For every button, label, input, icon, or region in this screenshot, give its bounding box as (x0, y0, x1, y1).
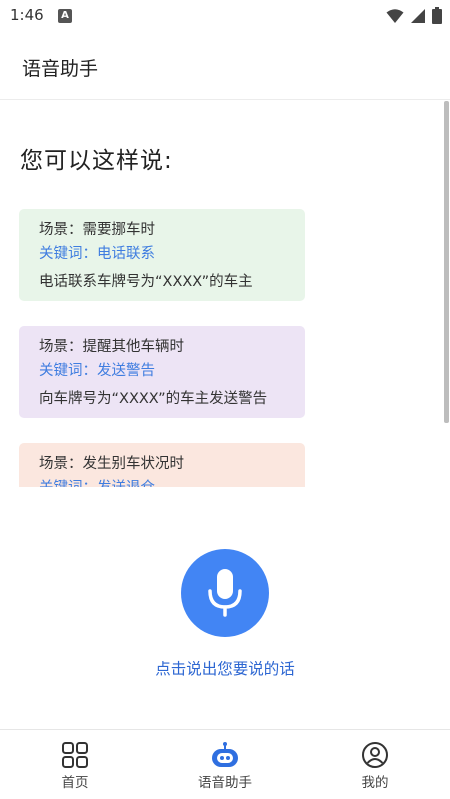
status-time: 1:46 (10, 6, 44, 24)
card-keyword: 关键词：发送警告 (39, 363, 155, 379)
suggestion-card: 场景：需要挪车时 关键词：电话联系 电话联系车牌号为“XXXX”的车主 (19, 209, 305, 301)
grid-icon (62, 742, 88, 768)
app-header: 语音助手 (0, 32, 450, 100)
microphone-button[interactable] (181, 549, 269, 637)
card-keyword: 关键词：发送退仓 (39, 477, 305, 487)
card-keyword: 关键词：电话联系 (39, 246, 155, 262)
profile-icon (362, 742, 388, 768)
suggestion-card: 场景：发生别车状况时 关键词：发送退仓 (19, 443, 305, 487)
section-title: 您可以这样说: (20, 148, 173, 174)
scrollbar[interactable] (444, 101, 449, 423)
microphone-icon (208, 569, 242, 617)
microphone-hint[interactable]: 点击说出您要说的话 (0, 657, 450, 679)
card-scene: 场景：需要挪车时 (39, 222, 155, 238)
suggestion-card: 场景：提醒其他车辆时 关键词：发送警告 向车牌号为“XXXX”的车主发送警告 (19, 326, 305, 418)
notification-app-icon: A (58, 9, 72, 23)
page-title: 语音助手 (22, 58, 99, 80)
battery-icon (432, 7, 442, 24)
nav-item-home[interactable]: 首页 (0, 730, 150, 799)
signal-icon (411, 8, 425, 23)
bottom-navigation: 首页 语音助手 我的 (0, 729, 450, 799)
robot-icon (212, 742, 238, 767)
card-example: 向车牌号为“XXXX”的车主发送警告 (39, 391, 268, 407)
nav-item-voice-assistant[interactable]: 语音助手 (150, 730, 300, 799)
card-example: 电话联系车牌号为“XXXX”的车主 (39, 274, 253, 290)
card-scene: 场景：发生别车状况时 (39, 456, 184, 472)
nav-label: 语音助手 (198, 775, 252, 791)
nav-label: 首页 (61, 775, 89, 791)
status-indicators (386, 7, 442, 24)
suggestion-scroll-area[interactable]: 您可以这样说: 场景：需要挪车时 关键词：电话联系 电话联系车牌号为“XXXX”… (0, 101, 450, 487)
nav-item-profile[interactable]: 我的 (300, 730, 450, 799)
status-bar: 1:46 A (0, 0, 450, 32)
wifi-icon (386, 8, 404, 23)
card-scene: 场景：提醒其他车辆时 (39, 339, 184, 355)
nav-label: 我的 (361, 775, 389, 791)
